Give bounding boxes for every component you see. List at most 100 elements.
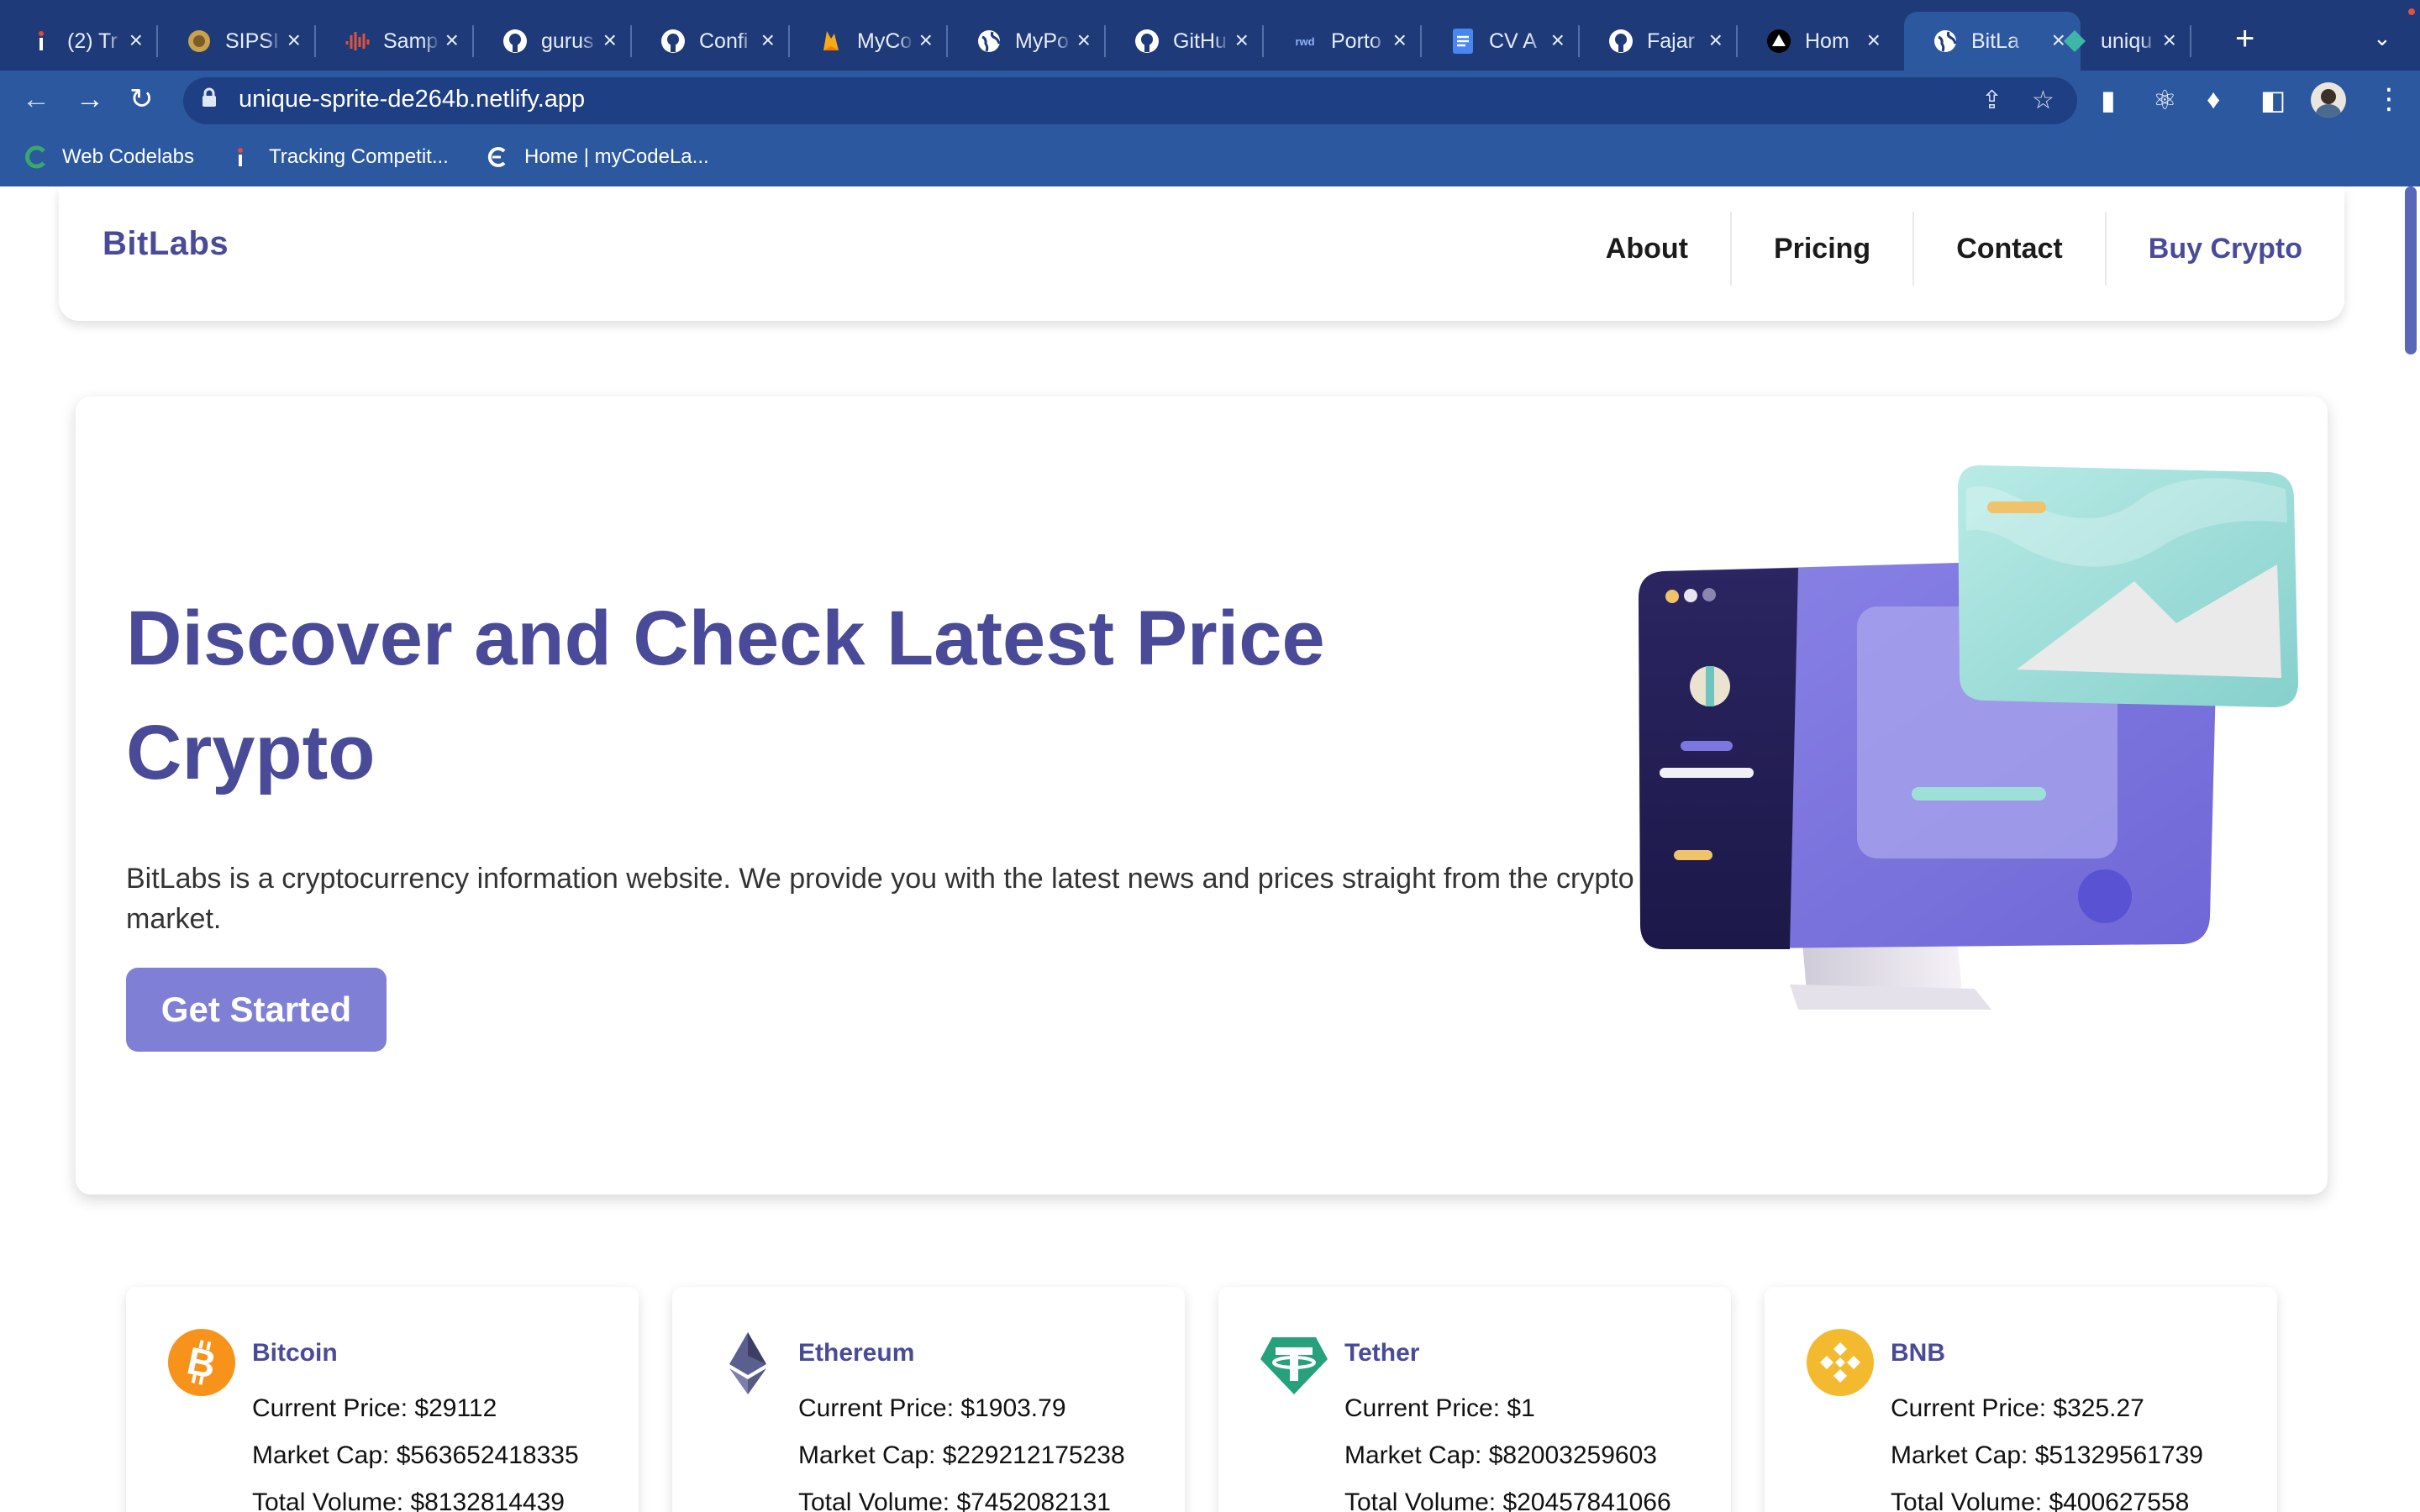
tab-close-icon[interactable]: × [445, 29, 459, 52]
brand-logo[interactable]: BitLabs [103, 225, 229, 263]
tab-title: gurus [541, 29, 594, 53]
reload-icon[interactable]: ↻ [129, 81, 154, 118]
hero-section: Discover and Check Latest Price Crypto B… [76, 396, 2328, 1194]
github-icon [502, 29, 528, 54]
puzzle-icon[interactable]: ♦ [2207, 84, 2220, 115]
web-page: BitLabs About Pricing Contact Buy Crypto… [0, 186, 2420, 1512]
nav-contact[interactable]: Contact [1912, 212, 2105, 286]
coin-market-cap: Market Cap: $51329561739 [1891, 1441, 2203, 1469]
tab-close-icon[interactable]: × [919, 29, 933, 52]
tab-title: Porto [1331, 29, 1381, 53]
tab-close-icon[interactable]: × [1709, 29, 1723, 52]
coin-name: BNB [1891, 1339, 1945, 1367]
browser-tab[interactable]: gurus × [474, 12, 632, 71]
tab-close-icon[interactable]: × [129, 29, 143, 52]
browser-tab[interactable]: Confi × [632, 12, 790, 71]
globe-icon [1933, 29, 1958, 54]
coin-card-tether[interactable]: Tether Current Price: $1 Market Cap: $82… [1218, 1287, 1731, 1512]
page-scrollbar[interactable] [2405, 186, 2417, 354]
browser-tab[interactable]: uniqu × [2033, 12, 2191, 71]
hero-title: Discover and Check Latest Price Crypto [126, 596, 1325, 795]
coin-market-cap: Market Cap: $82003259603 [1344, 1441, 1657, 1469]
tab-close-icon[interactable]: × [1867, 29, 1881, 52]
bitcoin-icon: B [168, 1329, 235, 1396]
mycodelabs-icon [486, 144, 511, 170]
browser-tab[interactable]: Hom × [1738, 12, 1896, 71]
computer-illustration [1639, 465, 2298, 1010]
coin-name: Tether [1344, 1339, 1420, 1367]
tab-title: Confi [699, 29, 749, 53]
coin-card-bnb[interactable]: BNB Current Price: $325.27 Market Cap: $… [1765, 1287, 2277, 1512]
tab-title: SIPSI [225, 29, 279, 53]
rwd-icon: rwd [1292, 29, 1318, 54]
vercel-icon [1766, 29, 1791, 54]
coin-price: Current Price: $1903.79 [798, 1394, 1066, 1422]
coin-card-bitcoin[interactable]: B Bitcoin Current Price: $29112 Market C… [126, 1287, 639, 1512]
extension-doc-icon[interactable]: ▮ [2101, 84, 2116, 116]
tether-icon [1260, 1337, 1328, 1394]
tracking-icon [230, 144, 255, 170]
coin-market-cap: Market Cap: $229212175238 [798, 1441, 1125, 1469]
nav-buy-crypto[interactable]: Buy Crypto [2104, 212, 2302, 286]
globe-icon [976, 29, 1002, 54]
side-panel-icon[interactable]: ◧ [2260, 84, 2286, 116]
coin-name: Bitcoin [252, 1339, 338, 1367]
hero-description: BitLabs is a cryptocurrency information … [126, 863, 1634, 935]
profile-avatar[interactable] [2311, 82, 2346, 118]
browser-tab[interactable]: Samp × [316, 12, 474, 71]
browser-tab[interactable]: MyCo × [790, 12, 948, 71]
codelabs-icon [24, 144, 49, 170]
tab-title: MyCo [857, 29, 913, 53]
back-arrow-icon[interactable]: ← [22, 81, 50, 118]
github-icon [1134, 29, 1160, 54]
site-navbar: BitLabs About Pricing Contact Buy Crypto [59, 186, 2344, 321]
url-text[interactable]: unique-sprite-de264b.netlify.app [239, 86, 585, 113]
menu-kebab-icon[interactable]: ⋮ [2375, 82, 2403, 116]
docs-icon [1450, 29, 1476, 54]
tab-close-icon[interactable]: × [603, 29, 617, 52]
ethereum-icon [729, 1332, 766, 1394]
emblem-icon [187, 29, 212, 54]
lock-icon[interactable] [202, 87, 217, 108]
tab-close-icon[interactable]: × [1235, 29, 1249, 52]
bnb-icon [1807, 1329, 1874, 1396]
bookmark-web-codelabs[interactable]: Web Codelabs [24, 144, 194, 170]
browser-tab[interactable]: CV A × [1422, 12, 1580, 71]
share-icon[interactable]: ⇪ [1981, 86, 2002, 115]
tab-title: BitLa [1971, 29, 2019, 53]
forward-arrow-icon[interactable]: → [76, 81, 104, 118]
tab-title: Samp [383, 29, 439, 53]
coin-volume: Total Volume: $7452082131 [798, 1488, 1111, 1512]
tab-title: MyPo [1015, 29, 1069, 53]
browser-tab[interactable]: SIPSI × [158, 12, 316, 71]
coin-price: Current Price: $29112 [252, 1394, 497, 1422]
star-icon[interactable]: ☆ [2032, 86, 2054, 115]
nav-about[interactable]: About [1564, 212, 1730, 286]
tab-title: Hom [1805, 29, 1849, 53]
tab-close-icon[interactable]: × [2163, 29, 2176, 52]
new-tab-button[interactable]: + [2235, 22, 2254, 55]
coin-card-ethereum[interactable]: Ethereum Current Price: $1903.79 Market … [672, 1287, 1185, 1512]
tab-search-chevron-icon[interactable]: ⌄ [2373, 25, 2391, 51]
tab-close-icon[interactable]: × [287, 29, 301, 52]
nav-links: About Pricing Contact Buy Crypto [1564, 212, 2302, 286]
rwd-label: rwd [1295, 34, 1315, 48]
bookmark-home-mycodelabs[interactable]: Home | myCodeLa... [486, 144, 709, 170]
react-devtools-icon[interactable]: ⚛ [2153, 84, 2177, 116]
browser-tab[interactable]: GitHu × [1106, 12, 1264, 71]
browser-tab[interactable]: MyPo × [948, 12, 1106, 71]
tab-close-icon[interactable]: × [1551, 29, 1565, 52]
browser-tab[interactable]: Fajar × [1580, 12, 1738, 71]
tab-close-icon[interactable]: × [761, 29, 775, 52]
tab-close-icon[interactable]: × [1077, 29, 1091, 52]
tab-close-icon[interactable]: × [1393, 29, 1407, 52]
tab-title: Fajar [1647, 29, 1695, 53]
get-started-button[interactable]: Get Started [126, 968, 387, 1052]
bookmark-tracking-competitor[interactable]: Tracking Competit... [230, 144, 449, 170]
github-icon [660, 29, 686, 54]
nav-pricing[interactable]: Pricing [1729, 212, 1912, 286]
bookmark-label: Web Codelabs [62, 145, 194, 168]
browser-tab[interactable]: (2) Tr × [0, 12, 158, 71]
github-icon [1608, 29, 1634, 54]
browser-tab[interactable]: rwd Porto × [1264, 12, 1422, 71]
